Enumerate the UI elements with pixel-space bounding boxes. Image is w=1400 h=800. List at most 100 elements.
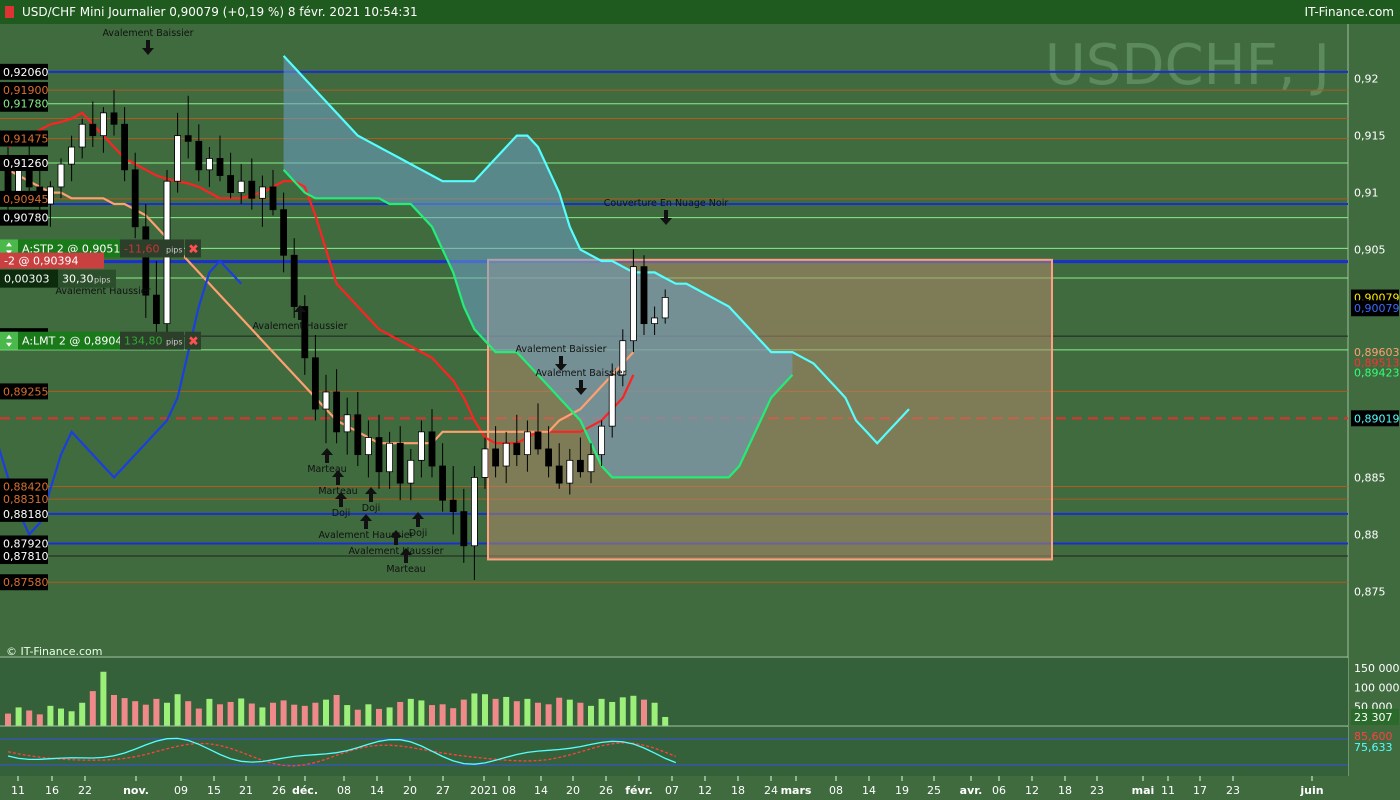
brand-label: IT-Finance.com [1304,5,1394,19]
candle-body [470,477,478,547]
pattern-label: Doji [409,528,427,539]
order-pips: 134,80 [124,335,163,348]
time-label: 11 [11,784,25,797]
volume-bar [58,708,64,726]
time-label: 14 [534,784,548,797]
volume-bar [566,699,573,726]
candle-body [577,459,584,473]
position-pips: 30,30 [62,273,94,286]
time-label: 12 [698,784,712,797]
time-label: 17 [1193,784,1207,797]
volume-bar [418,700,425,726]
time-label: 08 [829,784,843,797]
volume-bar [195,708,202,726]
price-label: 0,92060 [3,66,49,79]
candle-body [152,294,160,325]
volume-bar [630,695,637,726]
volume-tick: 100 000 [1354,681,1400,694]
volume-axis: 150 000100 00050 00023 307 [1351,662,1400,725]
price-tick: 0,885 [1354,471,1386,484]
volume-bar [450,708,457,726]
price-label: 0,88310 [3,493,49,506]
volume-bar [312,702,319,726]
candle-body [661,297,669,319]
volume-bar [121,698,128,726]
candle-body [343,414,351,433]
volume-bar [556,697,563,726]
right-price-label: 0,90079 [1354,302,1400,315]
pattern-label: Doji [332,508,350,519]
candle-body [131,169,139,228]
candle-body [651,317,658,325]
volume-bar [333,695,340,726]
order-pips-unit: pips [166,338,183,347]
candle-body [396,442,404,484]
candle-body [89,123,97,137]
volume-bar [89,691,96,726]
candle-body [439,465,447,501]
watermark: USDCHF, J [1045,33,1330,98]
pattern-label: Avalement Haussier [252,321,347,332]
close-icon[interactable]: ✖ [188,335,199,350]
time-label: 26 [599,784,613,797]
volume-bar [662,716,669,726]
right-price-label: 0,89019 [1354,412,1400,425]
candle-body [513,442,521,456]
price-tick: 0,915 [1354,130,1386,143]
volume-bar [439,704,446,726]
price-chart[interactable]: USDCHF, J Avalement Baissier Avalement Ha… [0,24,1400,800]
candle-body [78,123,86,148]
candle-body [630,266,637,342]
candle-body [407,459,415,484]
time-label: 07 [665,784,679,797]
position-label: -2 @ 0,90394 [4,255,78,268]
candle-body [386,442,394,473]
volume-bar [513,701,520,726]
price-label: 0,91900 [3,84,49,97]
app-icon [5,6,14,18]
candle-body [227,175,235,194]
candle-body [301,306,309,359]
volume-bar [651,702,658,726]
candle-body [121,123,128,171]
time-label: mars [781,784,812,797]
candle-body [502,442,510,467]
candle-body [460,511,468,547]
time-label: 24 [764,784,778,797]
volume-bar [238,698,245,726]
volume-bar [164,702,170,726]
volume-bar [535,702,541,726]
time-label: 16 [45,784,59,797]
candle-body [449,499,457,512]
volume-bar [492,698,499,726]
volume-bar [47,705,54,726]
candle-body [15,169,23,194]
price-label: 0,91780 [3,98,49,111]
drag-handle-icon [0,331,18,350]
volume-bar [524,698,531,726]
candle-body [481,448,489,478]
candle-body [57,163,65,188]
price-label: 0,87810 [3,550,49,563]
candle-body [598,425,605,456]
volume-bar [641,699,647,726]
volume-bar [206,698,213,726]
time-label: 14 [862,784,876,797]
candle-body [322,391,330,410]
oscillator-pane [0,727,1348,776]
volume-bar [429,705,435,726]
pattern-label: Avalement Haussier [348,546,443,557]
chart-title: USD/CHF Mini Journalier 0,90079 (+0,19 %… [22,5,418,19]
candle-body [205,158,213,171]
candle-body [258,186,266,199]
candle-body [68,146,75,165]
candle-body [428,431,436,467]
volume-bar [227,701,234,726]
time-label: 18 [1058,784,1072,797]
price-tick: 0,875 [1354,585,1386,598]
pattern-label: Avalement Baissier [535,368,626,379]
pattern-label: Marteau [318,486,357,497]
close-icon[interactable]: ✖ [188,242,199,257]
volume-bar [609,701,616,726]
time-label: 23 [1226,784,1240,797]
